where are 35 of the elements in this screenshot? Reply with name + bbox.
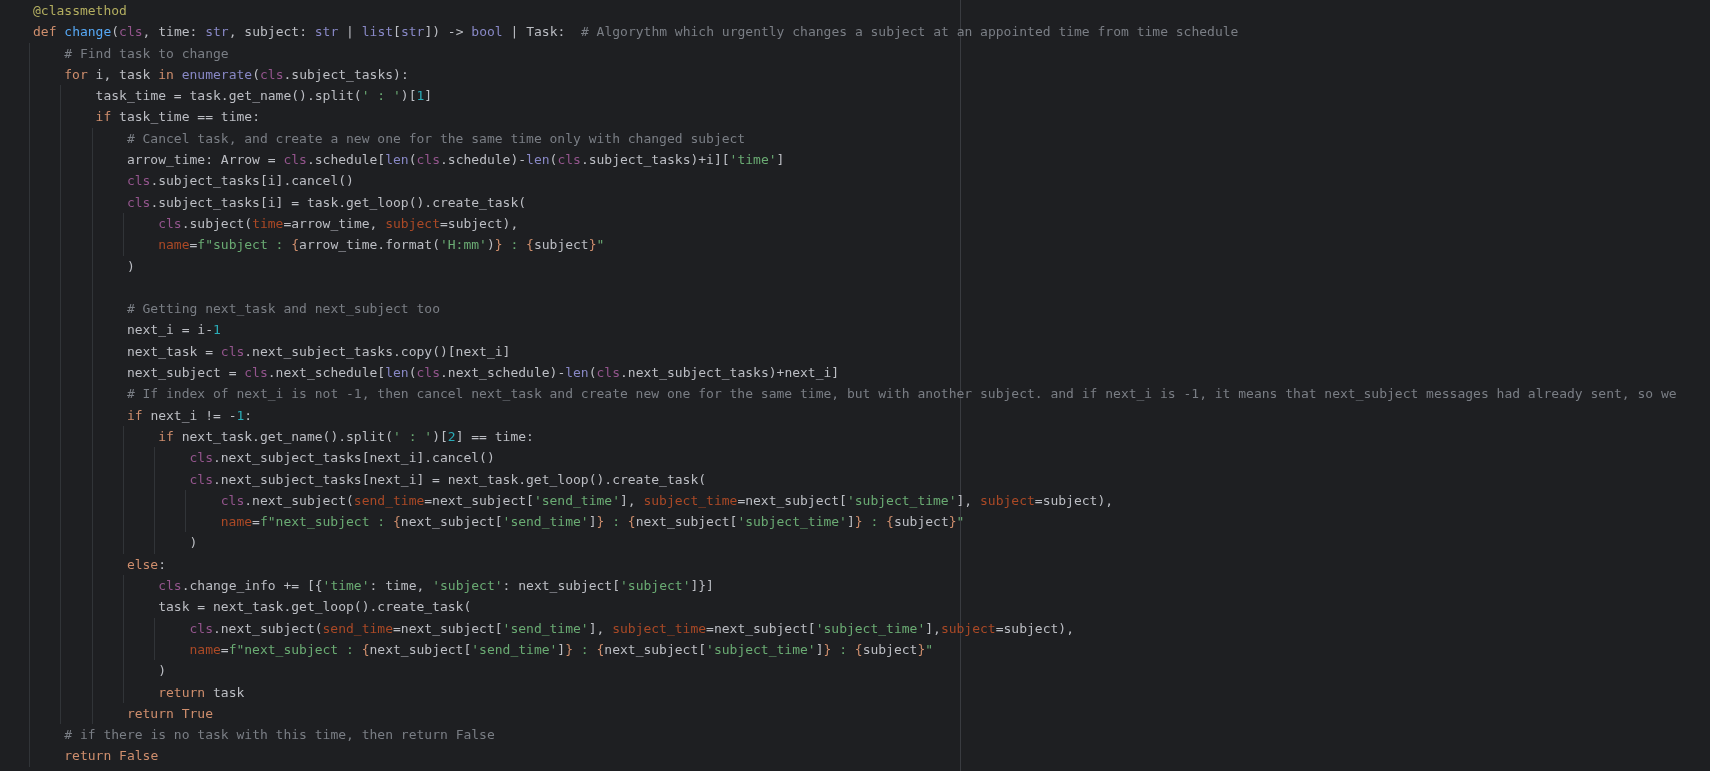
code-line: cls.next_subject_tasks[next_i] = next_task.get_loop().create_task( bbox=[189, 470, 707, 489]
code-line: cls.change_info += [{'time': time, 'subject': next_subject['subject']}] bbox=[158, 577, 714, 595]
code-line: if next_i != -1: bbox=[126, 406, 253, 425]
code-line: cls.next_subject_tasks[next_i].cancel() bbox=[189, 449, 495, 468]
code-line: cls.subject_tasks[i].cancel() bbox=[126, 172, 354, 191]
code-line: def change(cls, time: str, subject: str | list[str]) -> bool | Task: # Algorythm which urgently changes a subject at an appointed time from time schedule bbox=[33, 23, 1239, 42]
code-comment: # Cancel task, and create a new one for the same time only with changed subject bbox=[126, 129, 746, 148]
code-line: @classmethod bbox=[33, 2, 127, 20]
code-line: task = next_task.get_loop().create_task( bbox=[158, 598, 472, 617]
code-line: name=f"next_subject : {next_subject['send_time']} : {next_subject['subject_time']} : {subject}" bbox=[220, 513, 965, 532]
code-comment: # Find task to change bbox=[64, 44, 229, 63]
code-line: arrow_time: Arrow = cls.schedule[len(cls.schedule)-len(cls.subject_tasks)+i]['time'] bbox=[126, 151, 785, 170]
code-comment: # If index of next_i is not -1, then cancel next_task and create new one for the same time, but with another subject. and if next_i is -1, it means that next_subject messages had already sent, so we bbox=[126, 385, 1677, 404]
code-line: ) bbox=[126, 257, 135, 276]
code-line: name=f"subject : {arrow_time.format('H:mm')} : {subject}" bbox=[158, 236, 605, 255]
code-line: cls.next_subject(send_time=next_subject['send_time'], subject_time=next_subject['subject_time'], subject=subject), bbox=[220, 491, 1114, 510]
code-line: next_task = cls.next_subject_tasks.copy()[next_i] bbox=[126, 342, 511, 361]
code-line: task_time = task.get_name().split(' : ')[1] bbox=[95, 87, 433, 106]
code-line: name=f"next_subject : {next_subject['send_time']} : {next_subject['subject_time']} : {subject}" bbox=[189, 640, 934, 659]
code-line: cls.next_subject(send_time=next_subject['send_time'], subject_time=next_subject['subject_time'],subject=subject), bbox=[189, 619, 1074, 638]
code-line: next_i = i-1 bbox=[126, 321, 221, 340]
code-line: cls.subject(time=arrow_time, subject=subject), bbox=[158, 214, 519, 233]
code-line: next_subject = cls.next_schedule[len(cls.next_schedule)-len(cls.next_subject_tasks)+next_i] bbox=[126, 364, 840, 383]
code-line: for i, task in enumerate(cls.subject_tasks): bbox=[64, 65, 409, 84]
code-comment: # if there is no task with this time, then return False bbox=[64, 726, 495, 745]
code-line: return True bbox=[126, 704, 213, 723]
code-line: ) bbox=[189, 534, 198, 553]
code-line: return task bbox=[158, 683, 245, 702]
code-comment: # Getting next_task and next_subject too bbox=[126, 300, 440, 319]
code-line: if next_task.get_name().split(' : ')[2] == time: bbox=[158, 427, 534, 446]
code-line: if task_time == time: bbox=[95, 108, 260, 127]
code-line: ) bbox=[158, 662, 166, 681]
code-line: else: bbox=[126, 555, 167, 574]
code-line: return False bbox=[64, 747, 159, 766]
code-line: cls.subject_tasks[i] = task.get_loop().create_task( bbox=[126, 193, 527, 212]
